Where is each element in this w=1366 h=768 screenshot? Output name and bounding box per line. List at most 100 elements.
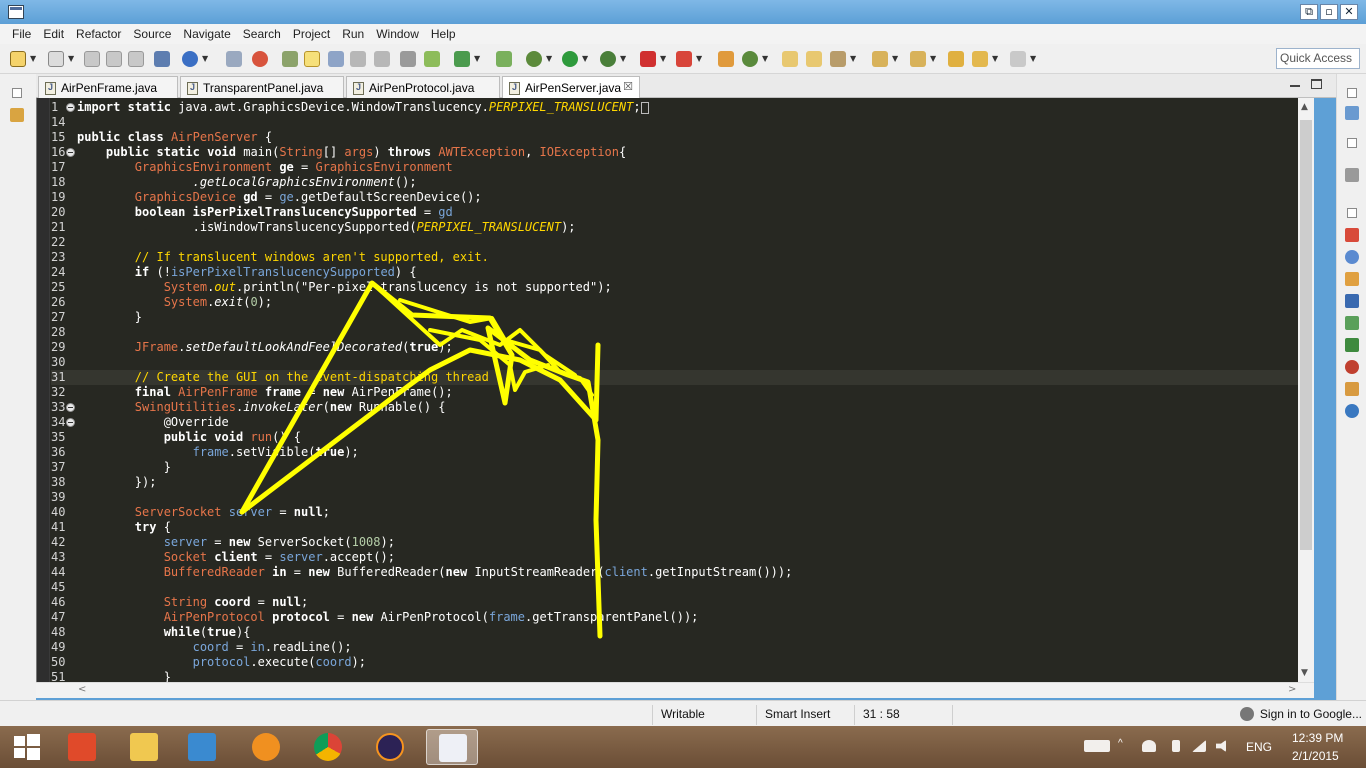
menu-source[interactable]: Source [127,27,177,41]
last-edit-icon[interactable] [948,51,964,67]
history-icon[interactable] [1345,404,1359,418]
tab-airpenserver[interactable]: AirPenServer.java ☒ [502,76,640,99]
forward-dropdown-icon[interactable]: ▼ [1030,54,1036,63]
vertical-scrollbar[interactable]: ▲ ▼ [1298,98,1314,682]
code-line[interactable]: 40 ServerSocket server = null; [51,505,1314,520]
code-line[interactable]: 24 if (!isPerPixelTranslucencySupported)… [51,265,1314,280]
code-lines[interactable]: 1 import static java.awt.GraphicsDevice.W… [51,100,1314,682]
notification-icon[interactable] [1142,740,1156,752]
coverage-icon[interactable] [600,51,616,67]
taskbar-chrome[interactable] [302,729,354,765]
taskbar-eclipse[interactable] [364,729,416,765]
code-line[interactable]: 32 final AirPenFrame frame = new AirPenF… [51,385,1314,400]
code-editor[interactable]: 1 import static java.awt.GraphicsDevice.W… [36,98,1314,682]
code-line[interactable]: 35 public void run() { [51,430,1314,445]
skip-breakpoints-icon[interactable] [226,51,242,67]
next-annotation-icon[interactable] [872,51,888,67]
run-icon[interactable] [562,51,578,67]
pen-dropdown-icon[interactable]: ▼ [850,54,856,63]
taskbar-media[interactable] [176,729,228,765]
close-tab-icon[interactable]: ☒ [623,80,633,93]
taskbar-explorer[interactable] [118,729,170,765]
taskbar-java[interactable] [426,729,478,765]
network-icon[interactable] [1192,740,1206,752]
code-line[interactable]: 47 AirPenProtocol protocol = new AirPenP… [51,610,1314,625]
coverage-dropdown-icon[interactable]: ▼ [620,54,626,63]
restore-outline-icon[interactable] [1347,88,1357,98]
clock-date[interactable]: 2/1/2015 [1292,749,1339,763]
external-tools-dropdown-icon[interactable]: ▼ [696,54,702,63]
code-line[interactable]: 42 server = new ServerSocket(1008); [51,535,1314,550]
menu-refactor[interactable]: Refactor [70,27,127,41]
package-explorer-icon[interactable] [10,108,24,122]
next-annotation-dropdown-icon[interactable]: ▼ [892,54,898,63]
build-icon[interactable] [496,51,512,67]
code-line[interactable]: 28 [51,325,1314,340]
previous-annotation-icon[interactable] [910,51,926,67]
external-tools-icon[interactable] [676,51,692,67]
fold-toggle-icon[interactable] [66,103,75,112]
open-dropdown-icon[interactable]: ▼ [68,54,74,63]
menu-project[interactable]: Project [287,27,336,41]
new-dropdown-icon[interactable]: ▼ [30,54,36,63]
volume-icon[interactable] [1216,740,1226,752]
fold-toggle-icon[interactable] [66,418,75,427]
menu-navigate[interactable]: Navigate [177,27,236,41]
menu-edit[interactable]: Edit [37,27,70,41]
clock-time[interactable]: 12:39 PM [1292,731,1343,745]
restore-task-icon[interactable] [1347,138,1357,148]
task-icon[interactable] [424,51,440,67]
vertical-scroll-thumb[interactable] [1300,120,1312,550]
open-task-icon[interactable] [806,51,822,67]
battery-icon[interactable] [1172,740,1180,752]
code-line[interactable]: 36 frame.setVisible(true); [51,445,1314,460]
code-line[interactable]: 37 } [51,460,1314,475]
console-icon[interactable] [1345,294,1359,308]
code-line[interactable]: 39 [51,490,1314,505]
new-icon[interactable] [10,51,26,67]
stop-icon[interactable] [640,51,656,67]
search-icon[interactable] [282,51,298,67]
save-all-icon[interactable] [106,51,122,67]
scroll-left-icon[interactable]: < [78,684,86,695]
pen-icon[interactable] [830,51,846,67]
code-line[interactable]: 22 [51,235,1314,250]
code-line[interactable]: 18 .getLocalGraphicsEnvironment(); [51,175,1314,190]
google-icon[interactable] [182,51,198,67]
code-line[interactable]: 21 .isWindowTranslucencySupported(PERPIX… [51,220,1314,235]
highlight-icon[interactable] [304,51,320,67]
tab-airpenframe[interactable]: AirPenFrame.java [38,76,178,98]
fold-toggle-icon[interactable] [66,148,75,157]
code-line[interactable]: 19 GraphicsDevice gd = ge.getDefaultScre… [51,190,1314,205]
horizontal-scrollbar[interactable]: < > [36,682,1314,698]
back-dropdown-icon[interactable]: ▼ [992,54,998,63]
taskbar-store[interactable] [56,729,108,765]
previous-annotation-dropdown-icon[interactable]: ▼ [930,54,936,63]
code-line[interactable]: 49 coord = in.readLine(); [51,640,1314,655]
back-icon[interactable] [972,51,988,67]
language-indicator[interactable]: ENG [1246,740,1272,754]
code-line[interactable]: 31 // Create the GUI on the event-dispat… [51,370,1314,385]
restore-view-icon[interactable] [12,88,22,98]
task-list-icon[interactable] [1345,168,1359,182]
debug-run-icon[interactable] [526,51,542,67]
close-button[interactable]: ✕ [1340,4,1358,20]
stop-dropdown-icon[interactable]: ▼ [660,54,666,63]
print-icon[interactable] [128,51,144,67]
save-icon[interactable] [84,51,100,67]
google-dropdown-icon[interactable]: ▼ [202,54,208,63]
run-dropdown-icon[interactable]: ▼ [582,54,588,63]
junit-icon[interactable] [1345,338,1359,352]
menu-run[interactable]: Run [336,27,370,41]
code-line[interactable]: 1 import static java.awt.GraphicsDevice.W… [51,100,1314,115]
code-line[interactable]: 44 BufferedReader in = new BufferedReade… [51,565,1314,580]
code-line[interactable]: 51 } [51,670,1314,682]
search-view-icon[interactable] [1345,382,1359,396]
problems-icon[interactable] [1345,228,1359,242]
scroll-down-icon[interactable]: ▼ [1301,668,1308,678]
tab-transparentpanel[interactable]: TransparentPanel.java [180,76,344,98]
restore-button[interactable]: ▫ [1320,4,1338,20]
restore-console-icon[interactable] [1347,208,1357,218]
code-line[interactable]: 26 System.exit(0); [51,295,1314,310]
open-type-icon[interactable] [782,51,798,67]
